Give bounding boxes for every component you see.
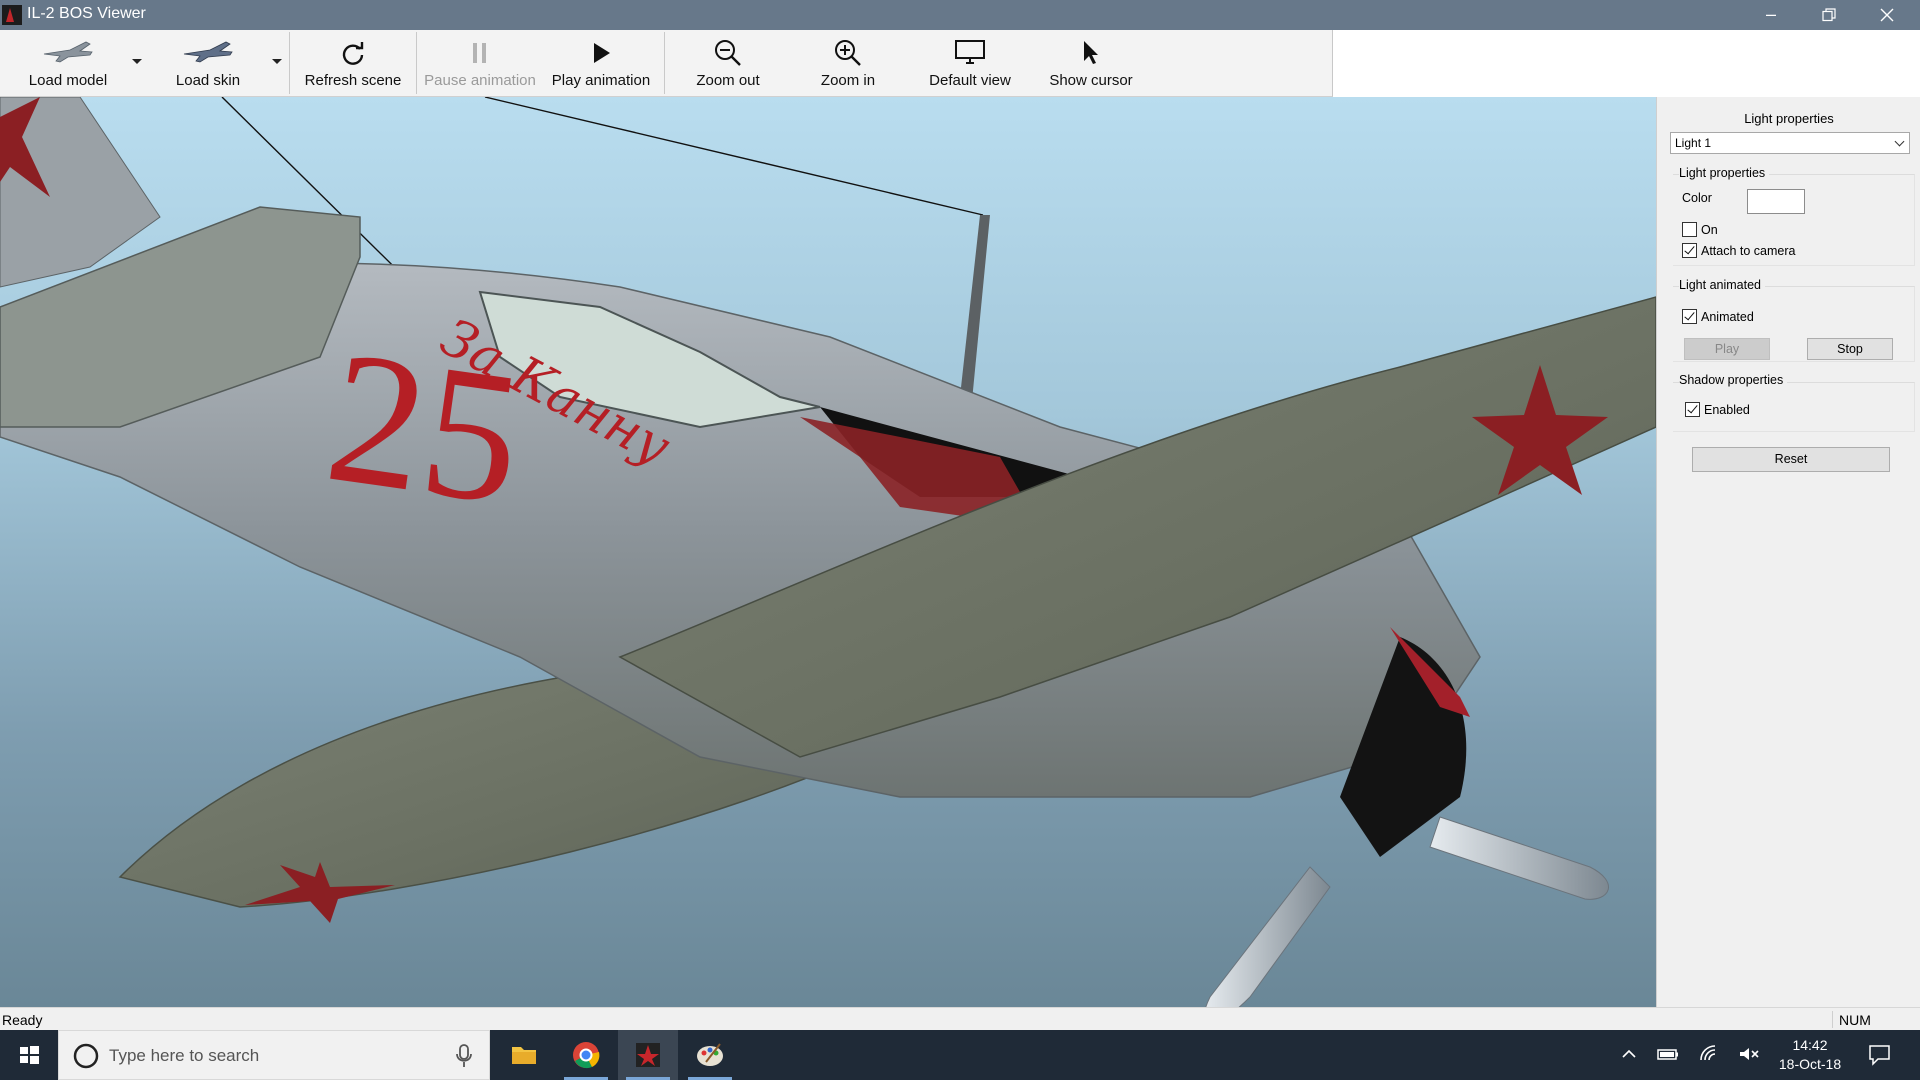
- propeller-blade: [1205, 866, 1331, 1007]
- light-properties-group-label: Light properties: [1679, 166, 1770, 180]
- chevron-up-icon[interactable]: [1620, 1044, 1638, 1064]
- num-lock-indicator: NUM: [1839, 1012, 1871, 1028]
- toolbar-separator: [289, 32, 290, 94]
- toolbar-separator: [664, 32, 665, 94]
- aircraft-render: 25 За Канну: [0, 97, 1656, 1007]
- play-light-button[interactable]: Play: [1684, 338, 1770, 360]
- notifications-icon[interactable]: [1868, 1044, 1892, 1066]
- start-button[interactable]: [0, 1030, 58, 1080]
- antenna-wire: [484, 97, 984, 216]
- on-checkbox[interactable]: [1682, 222, 1697, 237]
- 3d-viewport[interactable]: 25 За Канну: [0, 97, 1656, 1007]
- title-bar: IL-2 BOS Viewer –: [0, 0, 1920, 30]
- light-select[interactable]: Light 1: [1670, 132, 1910, 154]
- zoom-out-icon: [715, 40, 741, 66]
- file-explorer-app[interactable]: [494, 1030, 554, 1080]
- animated-checkbox[interactable]: [1682, 309, 1697, 324]
- zoom-in-icon: [835, 40, 861, 66]
- load-model-dropdown-arrow[interactable]: [132, 59, 142, 64]
- stop-light-button[interactable]: Stop: [1807, 338, 1893, 360]
- clock-date: 18-Oct-18: [1778, 1056, 1842, 1072]
- shadow-enabled-label: Enabled: [1704, 403, 1750, 417]
- default-view-button[interactable]: Default view: [910, 30, 1030, 97]
- refresh-scene-label: Refresh scene: [304, 72, 402, 89]
- light-properties-panel: Light properties Light 1 Light propertie…: [1656, 97, 1920, 1007]
- zoom-out-button[interactable]: Zoom out: [670, 30, 786, 97]
- il2-app-icon: [636, 1043, 660, 1067]
- toolbar-separator: [416, 32, 417, 94]
- pause-animation-label: Pause animation: [424, 72, 536, 89]
- airplane-skin-icon: [183, 41, 233, 63]
- search-placeholder: Type here to search: [109, 1046, 260, 1065]
- load-skin-label: Load skin: [175, 72, 241, 89]
- load-model-label: Load model: [28, 72, 108, 89]
- refresh-scene-button[interactable]: Refresh scene: [295, 30, 411, 97]
- paint-app[interactable]: [680, 1030, 740, 1080]
- play-animation-button[interactable]: Play animation: [543, 30, 659, 97]
- window-title: IL-2 BOS Viewer: [27, 5, 146, 22]
- show-cursor-button[interactable]: Show cursor: [1034, 30, 1148, 97]
- pause-animation-button[interactable]: Pause animation: [421, 30, 539, 97]
- attach-to-camera-checkbox[interactable]: [1682, 243, 1697, 258]
- close-icon: [1880, 8, 1894, 22]
- microphone-icon: [456, 1044, 472, 1067]
- animated-label: Animated: [1701, 310, 1754, 324]
- restore-button[interactable]: [1800, 0, 1858, 30]
- status-text: Ready: [2, 1012, 43, 1028]
- default-view-label: Default view: [929, 72, 1011, 89]
- light-select-value: Light 1: [1675, 136, 1712, 150]
- color-swatch[interactable]: [1747, 189, 1805, 214]
- shadow-properties-group-label: Shadow properties: [1679, 373, 1788, 387]
- app-icon: [2, 5, 22, 25]
- minimize-button[interactable]: –: [1742, 0, 1800, 30]
- status-bar: Ready NUM: [0, 1007, 1920, 1030]
- load-skin-dropdown-arrow[interactable]: [272, 59, 282, 64]
- paint-palette-icon: [697, 1043, 723, 1066]
- refresh-icon: [342, 42, 364, 65]
- status-divider: [1832, 1011, 1833, 1028]
- on-label: On: [1701, 223, 1718, 237]
- chevron-down-icon: [1894, 136, 1905, 147]
- zoom-out-label: Zoom out: [696, 72, 760, 89]
- attach-to-camera-label: Attach to camera: [1701, 244, 1796, 258]
- show-cursor-label: Show cursor: [1049, 72, 1133, 89]
- cortana-icon: [73, 1043, 99, 1069]
- propeller-blade: [1429, 816, 1609, 900]
- search-box[interactable]: Type here to search: [58, 1030, 490, 1080]
- system-clock[interactable]: 14:42 18-Oct-18: [1770, 1036, 1850, 1074]
- volume-muted-icon[interactable]: [1737, 1044, 1761, 1064]
- cursor-icon: [1084, 41, 1098, 64]
- light-animated-group-label: Light animated: [1679, 278, 1766, 292]
- clock-time: 14:42: [1792, 1037, 1828, 1053]
- zoom-in-label: Zoom in: [820, 72, 876, 89]
- restore-icon: [1822, 8, 1836, 22]
- il2-viewer-app[interactable]: [618, 1030, 678, 1080]
- monitor-icon: [955, 40, 985, 64]
- airplane-model-icon: [43, 41, 93, 63]
- battery-icon[interactable]: [1656, 1044, 1680, 1064]
- folder-icon: [512, 1047, 536, 1064]
- shadow-enabled-checkbox[interactable]: [1685, 402, 1700, 417]
- chrome-app[interactable]: [556, 1030, 616, 1080]
- close-button[interactable]: [1858, 0, 1916, 30]
- wifi-icon[interactable]: [1698, 1044, 1720, 1064]
- taskbar: Type here to search 14:42 18-Oct-18: [0, 1030, 1920, 1080]
- windows-logo-icon: [20, 1046, 39, 1064]
- chrome-icon: [573, 1042, 600, 1069]
- panel-title: Light properties: [1744, 111, 1834, 126]
- toolbar: Load model Load skin Refresh scene Pause…: [0, 30, 1333, 97]
- load-model-button[interactable]: Load model: [6, 30, 130, 97]
- play-icon: [594, 43, 610, 63]
- play-animation-label: Play animation: [551, 72, 651, 89]
- pause-icon: [473, 43, 486, 63]
- color-label: Color: [1682, 191, 1712, 205]
- load-skin-button[interactable]: Load skin: [146, 30, 270, 97]
- zoom-in-button[interactable]: Zoom in: [790, 30, 906, 97]
- reset-button[interactable]: Reset: [1692, 447, 1890, 472]
